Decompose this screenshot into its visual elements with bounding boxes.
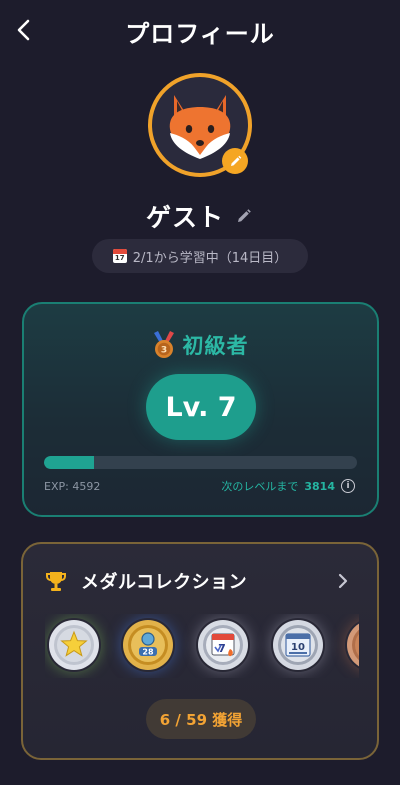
info-icon[interactable]: i (341, 479, 355, 493)
rank-label: 初級者 (182, 334, 249, 358)
calendar-icon: 17 (112, 249, 127, 263)
calendar-7-medal[interactable]: 7 (196, 618, 250, 672)
avatar-section (148, 73, 252, 177)
user-name: ゲスト (145, 203, 224, 232)
svg-text:10: 10 (291, 642, 305, 653)
svg-text:28: 28 (142, 648, 154, 657)
star-medal[interactable] (47, 618, 101, 672)
medal-collection-card: メダルコレクション 28 7 10 6 / 59 獲得 (21, 542, 379, 760)
exp-text: EXP: 4592 (44, 480, 101, 493)
next-level-label: 次のレベルまで (221, 480, 299, 493)
book-10-medal[interactable]: 10 (271, 618, 325, 672)
next-level-row: 次のレベルまで 3814 i (221, 478, 355, 494)
study-period-text: 2/1から学習中（14日目） (132, 250, 288, 266)
bronze-medal[interactable] (345, 618, 359, 672)
avatar-edit-button[interactable] (222, 148, 248, 174)
medal-count-badge: 6 / 59 獲得 (146, 699, 256, 739)
pencil-icon (238, 209, 251, 222)
study-period-badge: 17 2/1から学習中（14日目） (92, 239, 308, 273)
exp-progress-fill (44, 456, 95, 469)
level-card: 3 初級者 Lv. 7 EXP: 4592 次のレベルまで 3814 i (22, 302, 379, 517)
name-row: ゲスト (0, 196, 400, 236)
level-badge: Lv. 7 (146, 374, 256, 440)
gold-streak-medal-icon: 28 (123, 620, 173, 670)
header: プロフィール (0, 0, 400, 64)
medal-collection-title: メダルコレクション (81, 572, 248, 593)
calendar-medal-icon: 7 (198, 620, 248, 670)
svg-text:3: 3 (160, 346, 166, 356)
next-level-value: 3814 (304, 479, 335, 493)
star-medal-icon (49, 620, 99, 670)
page-title: プロフィール (125, 20, 275, 48)
bronze-medal-icon (347, 623, 359, 667)
trophy-icon (46, 572, 66, 591)
pencil-icon (230, 155, 241, 166)
medal-collection-header[interactable]: メダルコレクション (45, 568, 357, 594)
book-medal-icon: 10 (273, 620, 323, 670)
edit-name-button[interactable] (234, 206, 254, 226)
streak-medal[interactable]: 28 (121, 618, 175, 672)
bronze-medal-icon: 3 (153, 331, 174, 358)
rank-row: 3 初級者 (24, 330, 377, 360)
chevron-right-icon (335, 572, 351, 590)
exp-progress-bar (44, 456, 357, 469)
medal-list: 28 7 10 (45, 614, 359, 678)
